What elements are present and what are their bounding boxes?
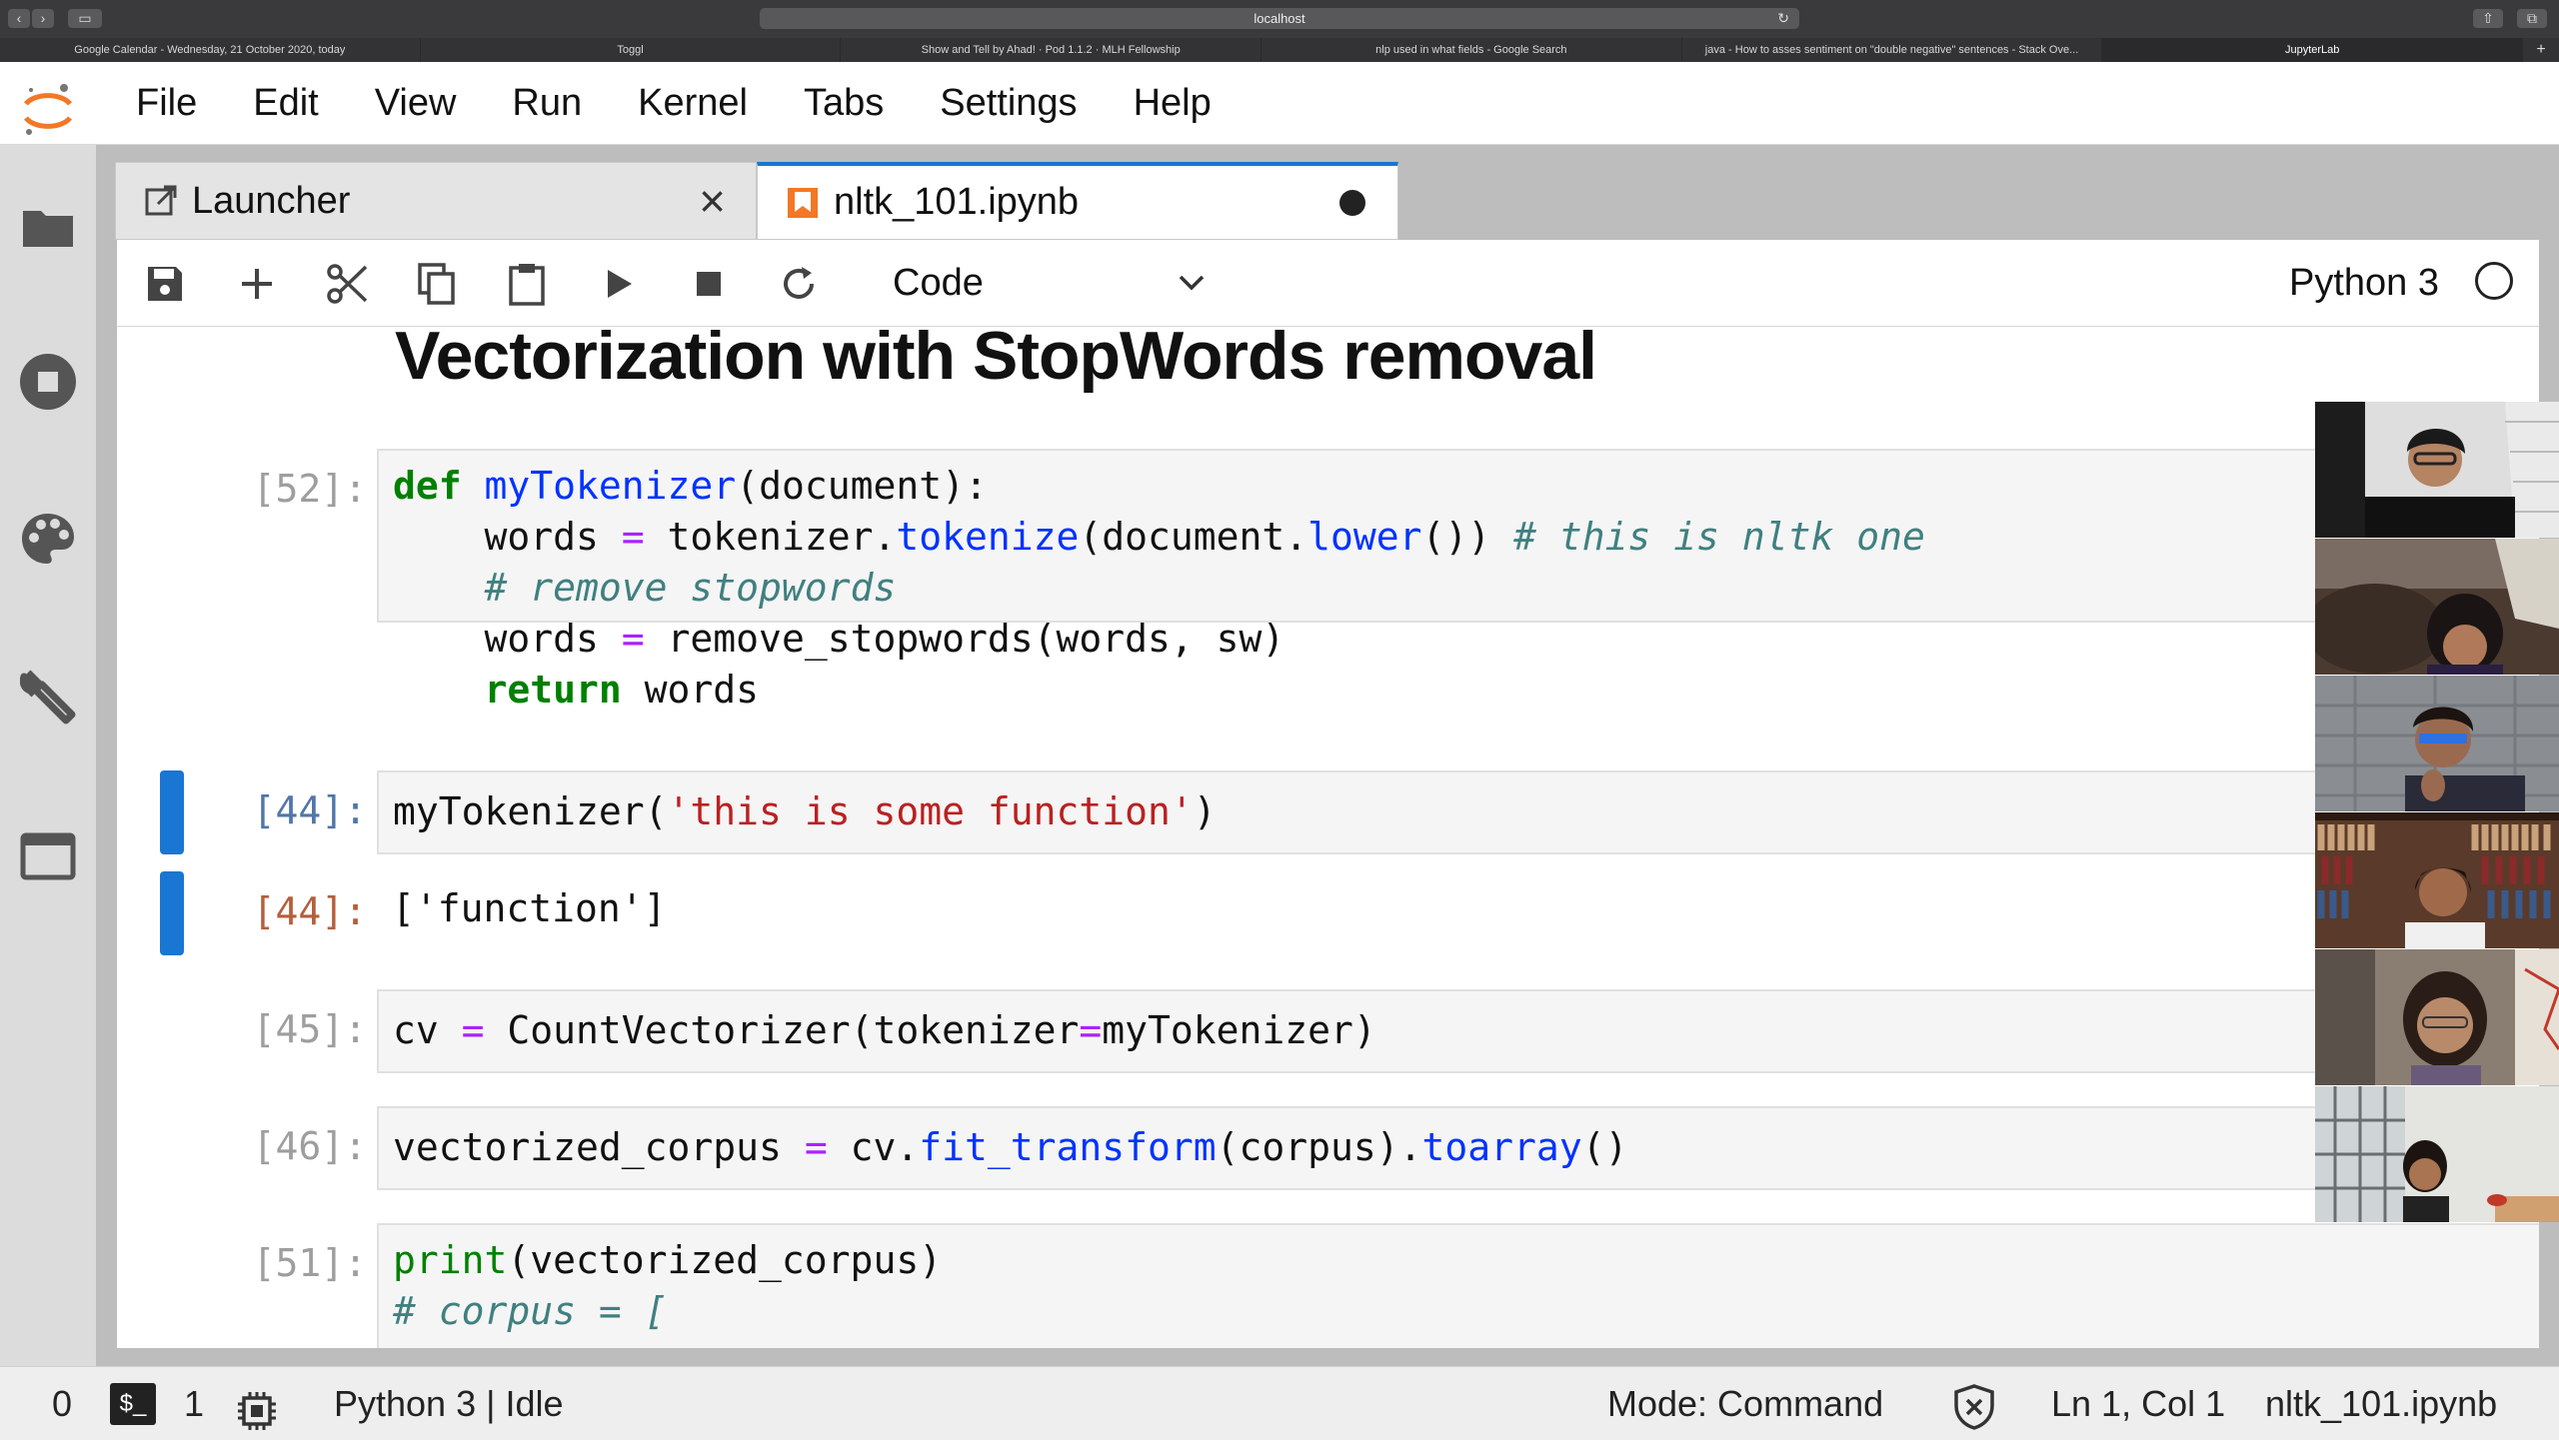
tab-launcher[interactable]: Launcher × [115,162,757,240]
markdown-heading: Vectorization with StopWords removal [395,327,1597,394]
restart-icon[interactable] [777,262,821,306]
cell-prompt: [44]: [252,788,367,832]
new-tab-button[interactable]: + [2523,38,2559,62]
terminal-count[interactable]: 0 [52,1367,72,1440]
wrench-icon[interactable] [16,665,80,728]
stop-icon[interactable] [687,262,731,306]
tab-notebook-label: nltk_101.ipynb [834,181,1080,223]
code-cell-editor[interactable]: def myTokenizer(document): words = token… [377,449,2539,712]
terminal-icon[interactable]: $_ [110,1383,156,1425]
cell-prompt: [45]: [252,1007,367,1051]
browser-tab[interactable]: Google Calendar - Wednesday, 21 October … [0,38,421,62]
notebook-panel[interactable]: Vectorization with StopWords removal [52… [117,327,2539,1348]
video-tile-participant [2315,949,2559,1085]
video-tile-participant [2315,1086,2559,1222]
cell-type-value: Code [893,262,984,304]
kernel-state[interactable]: Python 3 | Idle [334,1367,564,1440]
left-sidebar [0,145,96,1366]
cell-prompt: [51]: [252,1241,367,1285]
menu-settings[interactable]: Settings [936,82,1081,125]
status-filename: nltk_101.ipynb [2265,1383,2498,1424]
chevron-down-icon [1177,258,1207,321]
unsaved-dot-icon[interactable] [1339,189,1365,216]
status-bar: 0 $_ 1 Python 3 | Idle Mode: Command Ln … [0,1366,2559,1440]
code-cell-editor[interactable]: cv = CountVectorizer(tokenizer=myTokeniz… [377,989,2539,1073]
kernel-count[interactable]: 1 [184,1367,204,1440]
menu-view[interactable]: View [371,82,461,125]
forward-button[interactable]: › [32,9,54,28]
output-prompt: [44]: [252,889,367,933]
menu-file[interactable]: File [132,82,201,125]
copy-icon[interactable] [415,262,459,306]
kernel-name[interactable]: Python 3 [2289,256,2439,310]
cursor-position[interactable]: Ln 1, Col 1 [2051,1367,2225,1440]
launcher-icon [144,184,178,218]
browser-tab-active[interactable]: JupyterLab [2102,38,2524,62]
kernel-chip-icon[interactable] [236,1383,278,1430]
stop-circle-icon[interactable] [16,350,80,414]
code-text: def myTokenizer(document): words = token… [393,464,1925,712]
back-button[interactable]: ‹ [8,9,30,28]
notebook-toolbar: Code Python 3 [117,240,2539,328]
folder-icon[interactable] [16,195,80,259]
cell-prompt: [46]: [252,1124,367,1168]
video-tile-participant [2315,539,2559,675]
paste-icon[interactable] [505,262,549,306]
browser-tab[interactable]: java - How to asses sentiment on "double… [1681,38,2103,62]
code-text: vectorized_corpus = cv.fit_transform(cor… [393,1125,1628,1169]
video-tile-participant [2315,812,2559,948]
browser-tab-strip: Google Calendar - Wednesday, 21 October … [0,38,2559,62]
jupyter-logo [20,82,76,138]
code-text: print(vectorized_corpus) # corpus = [ [393,1238,943,1333]
cell-prompt: [52]: [252,467,367,511]
tabs-icon[interactable] [16,824,80,888]
url-bar[interactable]: localhost ↻ [760,8,1799,29]
share-button[interactable]: ⇧ [2473,9,2503,28]
document-tabs: Launcher × nltk_101.ipynb [115,162,1398,240]
menu-kernel[interactable]: Kernel [634,82,752,125]
palette-icon[interactable] [16,507,80,571]
menu-tabs[interactable]: Tabs [800,82,888,125]
cut-icon[interactable] [325,262,369,306]
kernel-idle-icon [2475,262,2513,300]
browser-tab[interactable]: Toggl [420,38,842,62]
notebook-icon [786,186,820,220]
code-cell-editor[interactable]: vectorized_corpus = cv.fit_transform(cor… [377,1106,2539,1190]
close-icon[interactable]: × [699,174,726,228]
menu-items: File Edit View Run Kernel Tabs Settings … [110,62,1242,144]
menu-run[interactable]: Run [508,82,586,125]
cell-type-select[interactable]: Code [877,258,1217,308]
browser-tab[interactable]: Show and Tell by Ahad! · Pod 1.1.2 · MLH… [841,38,1263,62]
code-cell-editor[interactable]: myTokenizer('this is some function') [377,770,2539,854]
mode-indicator[interactable]: Mode: Command [1607,1367,1883,1440]
browser-chrome: ‹ › ▭ localhost ↻ ⇧ ⧉ Google Calendar - … [0,0,2559,62]
cell-output: ['function'] [392,886,667,930]
url-text: localhost [1254,11,1305,26]
run-icon[interactable] [597,262,641,306]
browser-tab[interactable]: nlp used in what fields - Google Search [1262,38,1682,62]
reload-icon[interactable]: ↻ [1777,8,1789,29]
video-tile-participant [2315,676,2559,811]
add-cell-icon[interactable] [235,262,279,306]
tab-launcher-label: Launcher [192,179,351,222]
save-icon[interactable] [143,262,187,306]
trusted-shield-icon[interactable] [1953,1381,1995,1430]
menu-edit[interactable]: Edit [249,82,322,125]
tab-notebook[interactable]: nltk_101.ipynb [757,162,1398,240]
code-text: cv = CountVectorizer(tokenizer=myTokeniz… [393,1008,1376,1052]
code-cell-editor[interactable]: print(vectorized_corpus) # corpus = [ [377,1223,2539,1348]
tab-overview-button[interactable]: ⧉ [2517,9,2547,28]
video-tile-participant [2315,402,2559,538]
menu-help[interactable]: Help [1130,82,1216,125]
code-text: myTokenizer('this is some function') [393,789,1217,833]
sidebar-toggle-button[interactable]: ▭ [68,9,102,28]
